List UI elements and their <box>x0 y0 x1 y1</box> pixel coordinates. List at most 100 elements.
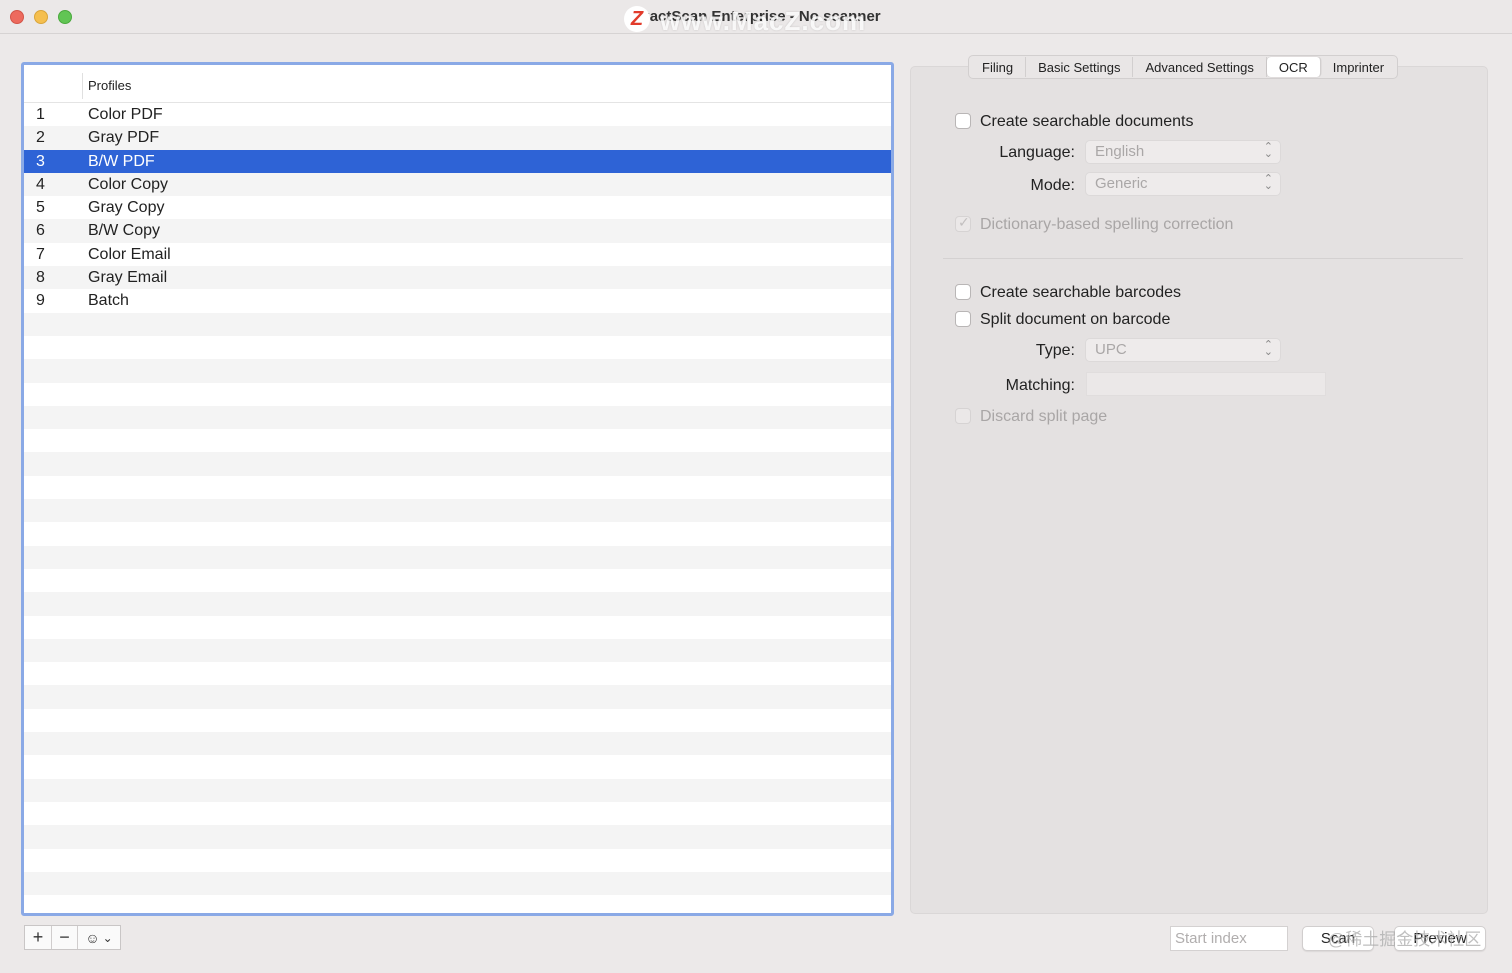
table-row[interactable]: 9 Batch <box>24 289 891 313</box>
watermark-logo-icon: Z <box>624 6 650 32</box>
profile-name: Color Email <box>88 245 171 263</box>
table-row[interactable]: 6 B/W Copy <box>24 219 891 243</box>
smiley-icon: ☺ <box>85 929 100 946</box>
empty-row <box>24 615 891 639</box>
empty-row <box>24 568 891 593</box>
table-row[interactable]: 8 Gray Email <box>24 266 891 290</box>
discard-split-page-label: Discard split page <box>980 408 1108 425</box>
profiles-rows: 1 Color PDF 2 Gray PDF 3 B/W PDF 4 Color Copy 5 G… <box>24 103 891 913</box>
table-header: Profiles <box>24 65 891 103</box>
profile-name: Batch <box>88 292 129 310</box>
tab-ocr[interactable]: OCR <box>1266 57 1321 77</box>
empty-row <box>24 522 891 546</box>
settings-tabs: Filing Basic Settings Advanced Settings … <box>968 55 1399 79</box>
type-value: UPC <box>1095 341 1127 358</box>
split-on-barcode-checkbox[interactable] <box>955 311 971 327</box>
empty-row <box>24 778 891 802</box>
profiles-table[interactable]: Profiles 1 Color PDF 2 Gray PDF 3 B/W PDF 4 Col… <box>21 62 894 916</box>
table-row[interactable]: 3 B/W PDF <box>24 149 891 173</box>
empty-row <box>24 638 891 663</box>
footer-watermark: @稀土掘金技术社区 <box>1328 930 1482 949</box>
empty-row <box>24 662 891 686</box>
empty-row <box>24 405 891 430</box>
profile-name: Gray Copy <box>88 199 165 217</box>
tab-filing[interactable]: Filing <box>970 57 1027 77</box>
language-label: Language: <box>999 144 1075 161</box>
profile-name: B/W Copy <box>88 222 161 240</box>
empty-row <box>24 755 891 779</box>
profile-name: Gray PDF <box>88 129 160 147</box>
empty-row <box>24 848 891 872</box>
empty-row <box>24 335 891 360</box>
empty-row <box>24 475 891 500</box>
mode-value: Generic <box>1095 175 1148 192</box>
updown-chevron-icon: ⌃ ⌄ <box>1263 173 1273 192</box>
empty-row <box>24 359 891 383</box>
empty-row <box>24 592 891 616</box>
row-number: 1 <box>36 106 45 123</box>
profile-name: Color Copy <box>88 175 169 193</box>
table-row[interactable]: 7 Color Email <box>24 242 891 267</box>
action-menu-button[interactable]: ☺ ⌄ <box>78 926 120 949</box>
mode-select[interactable]: Generic ⌃ ⌄ <box>1085 172 1281 196</box>
table-row[interactable]: 1 Color PDF <box>24 103 891 127</box>
matching-label: Matching: <box>1005 377 1075 394</box>
dictionary-spelling-label: Dictionary-based spelling correction <box>980 216 1234 233</box>
profile-name: Gray Email <box>88 269 168 287</box>
mode-label: Mode: <box>1030 177 1075 194</box>
chevron-down-icon: ⌄ <box>102 930 113 945</box>
empty-row <box>24 685 891 709</box>
dictionary-spelling-checkbox[interactable]: ✓ <box>955 214 971 232</box>
empty-row <box>24 499 891 523</box>
row-number: 8 <box>36 269 45 287</box>
empty-row <box>24 825 891 849</box>
empty-row <box>24 895 891 913</box>
updown-chevron-icon: ⌃ ⌄ <box>1263 141 1273 160</box>
row-number: 4 <box>36 175 45 193</box>
add-profile-button[interactable]: + <box>25 926 52 949</box>
searchable-barcodes-label: Create searchable barcodes <box>980 284 1182 301</box>
row-number: 5 <box>36 199 45 217</box>
row-number: 2 <box>36 129 45 147</box>
row-number: 9 <box>36 292 45 310</box>
remove-profile-button[interactable]: − <box>52 926 78 949</box>
profile-toolbar: + − ☺ ⌄ <box>24 925 121 950</box>
tab-imprinter[interactable]: Imprinter <box>1321 57 1396 77</box>
checkmark-icon: ✓ <box>958 214 970 230</box>
searchable-documents-label: Create searchable documents <box>980 113 1194 130</box>
profiles-column-header[interactable]: Profiles <box>88 78 131 93</box>
title-bar: ExactScan Enterprise - No scanner Z www.… <box>0 0 1512 36</box>
empty-row <box>24 801 891 826</box>
row-number: 3 <box>36 152 45 170</box>
matching-input[interactable] <box>1086 372 1326 396</box>
barcode-type-select[interactable]: UPC ⌃ ⌄ <box>1085 338 1281 362</box>
column-divider[interactable] <box>82 73 83 99</box>
empty-row <box>24 312 891 336</box>
type-label: Type: <box>1035 342 1075 359</box>
empty-row <box>24 732 891 756</box>
table-row[interactable]: 5 Gray Copy <box>24 196 891 220</box>
tab-advanced-settings[interactable]: Advanced Settings <box>1133 57 1267 77</box>
discard-split-page-checkbox[interactable] <box>955 408 971 424</box>
language-select[interactable]: English ⌃ ⌄ <box>1085 140 1281 164</box>
split-on-barcode-label: Split document on barcode <box>980 311 1171 328</box>
empty-row <box>24 429 891 453</box>
empty-row <box>24 382 891 406</box>
watermark-text: www.MacZ.com <box>660 6 867 36</box>
table-row[interactable]: 2 Gray PDF <box>24 126 891 150</box>
empty-row <box>24 871 891 896</box>
searchable-barcodes-checkbox[interactable] <box>955 284 971 300</box>
row-number: 6 <box>36 222 45 240</box>
table-row[interactable]: 4 Color Copy <box>24 172 891 197</box>
tab-basic-settings[interactable]: Basic Settings <box>1026 57 1134 77</box>
empty-row <box>24 708 891 733</box>
empty-row <box>24 545 891 569</box>
section-divider <box>943 258 1463 259</box>
start-index-input[interactable]: Start index <box>1170 926 1288 951</box>
empty-row <box>24 452 891 476</box>
updown-chevron-icon: ⌃ ⌄ <box>1263 339 1273 358</box>
profile-name: B/W PDF <box>88 152 155 170</box>
searchable-documents-checkbox[interactable] <box>955 113 971 129</box>
profile-name: Color PDF <box>88 106 163 123</box>
row-number: 7 <box>36 245 45 263</box>
